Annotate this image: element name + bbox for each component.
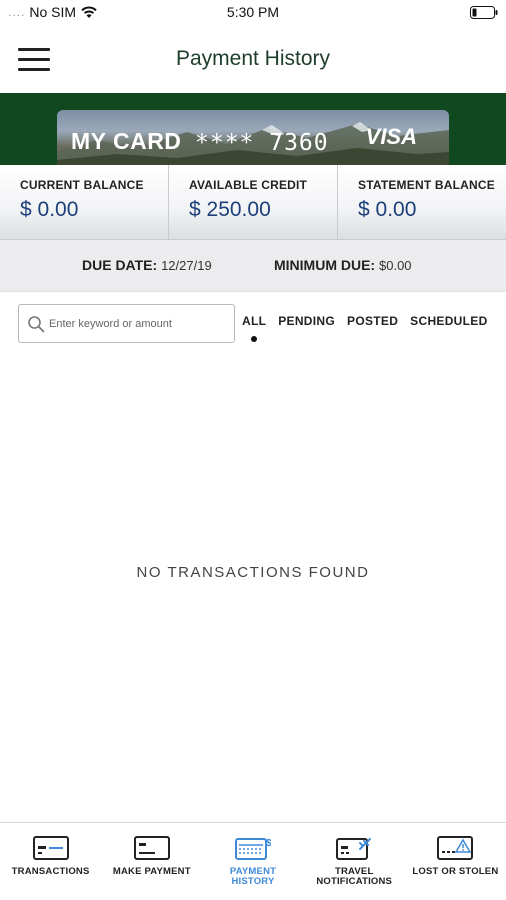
balance-label: AVAILABLE CREDIT	[189, 178, 308, 192]
nav-item-make-payment[interactable]: MAKE PAYMENT	[101, 823, 202, 900]
card-payment-icon	[133, 836, 170, 860]
nav-label-line: HISTORY	[231, 876, 275, 887]
filter-tab-scheduled[interactable]: SCHEDULED	[410, 314, 487, 344]
search-box[interactable]	[18, 304, 235, 343]
nav-label: TRANSACTIONS	[11, 866, 90, 877]
card-image[interactable]: MY CARD **** 7360 VISA	[57, 110, 449, 165]
card-history-icon: $	[235, 838, 271, 860]
empty-state-message: NO TRANSACTIONS FOUND	[136, 564, 370, 581]
nav-item-transactions[interactable]: TRANSACTIONS	[0, 823, 101, 900]
card-banner: MY CARD **** 7360 VISA	[0, 93, 506, 165]
nav-label: TRAVEL NOTIFICATIONS	[304, 867, 405, 887]
filter-tab-all[interactable]: ALL	[242, 314, 266, 344]
search-input[interactable]	[49, 313, 229, 335]
card-warning-icon	[437, 836, 474, 860]
balance-label: CURRENT BALANCE	[20, 178, 144, 192]
minimum-due-value: $0.00	[379, 258, 412, 273]
card-name: MY CARD	[71, 128, 182, 154]
page-title: Payment History	[175, 47, 331, 70]
statement-balance: STATEMENT BALANCE $ 0.00	[337, 165, 506, 239]
balance-value: $ 0.00	[358, 198, 417, 221]
filter-tab-posted[interactable]: POSTED	[347, 314, 398, 344]
status-bar: .... No SIM 5:30 PM	[0, 0, 506, 26]
nav-label: MAKE PAYMENT	[112, 866, 191, 877]
card-travel-icon	[336, 838, 372, 860]
nav-item-payment-history[interactable]: $ PAYMENT HISTORY	[202, 823, 303, 900]
due-date: DUE DATE: 12/27/19	[82, 257, 212, 273]
due-date-value: 12/27/19	[161, 258, 212, 273]
due-date-label: DUE DATE:	[82, 257, 158, 273]
svg-text:$: $	[266, 838, 271, 849]
available-credit: AVAILABLE CREDIT $ 250.00	[168, 165, 337, 239]
balance-value: $ 0.00	[20, 198, 79, 221]
filter-tabs: ALL PENDING POSTED SCHEDULED	[242, 314, 500, 344]
battery-icon	[470, 6, 498, 19]
status-time: 5:30 PM	[226, 4, 280, 20]
nav-label: PAYMENT HISTORY	[202, 867, 303, 887]
minimum-due: MINIMUM DUE: $0.00	[274, 257, 412, 273]
nav-item-travel-notifications[interactable]: TRAVEL NOTIFICATIONS	[304, 823, 405, 900]
due-info-bar: DUE DATE: 12/27/19 MINIMUM DUE: $0.00	[0, 240, 506, 292]
filter-tab-pending[interactable]: PENDING	[278, 314, 335, 344]
nav-label: LOST OR STOLEN	[412, 866, 499, 877]
search-icon	[28, 316, 45, 333]
balance-label: STATEMENT BALANCE	[358, 178, 495, 192]
bottom-nav: TRANSACTIONS MAKE PAYMENT $ PAYMENT HIST…	[0, 822, 506, 900]
card-number: **** 7360	[195, 130, 329, 156]
card-transactions-icon	[32, 836, 69, 860]
app-header: Payment History	[0, 26, 506, 93]
nav-label-line: NOTIFICATIONS	[316, 876, 393, 887]
nav-item-lost-or-stolen[interactable]: LOST OR STOLEN	[405, 823, 506, 900]
balance-value: $ 250.00	[189, 198, 271, 221]
visa-logo: VISA	[365, 124, 417, 149]
minimum-due-label: MINIMUM DUE:	[274, 257, 376, 273]
current-balance: CURRENT BALANCE $ 0.00	[0, 165, 168, 239]
balance-summary: CURRENT BALANCE $ 0.00 AVAILABLE CREDIT …	[0, 165, 506, 240]
